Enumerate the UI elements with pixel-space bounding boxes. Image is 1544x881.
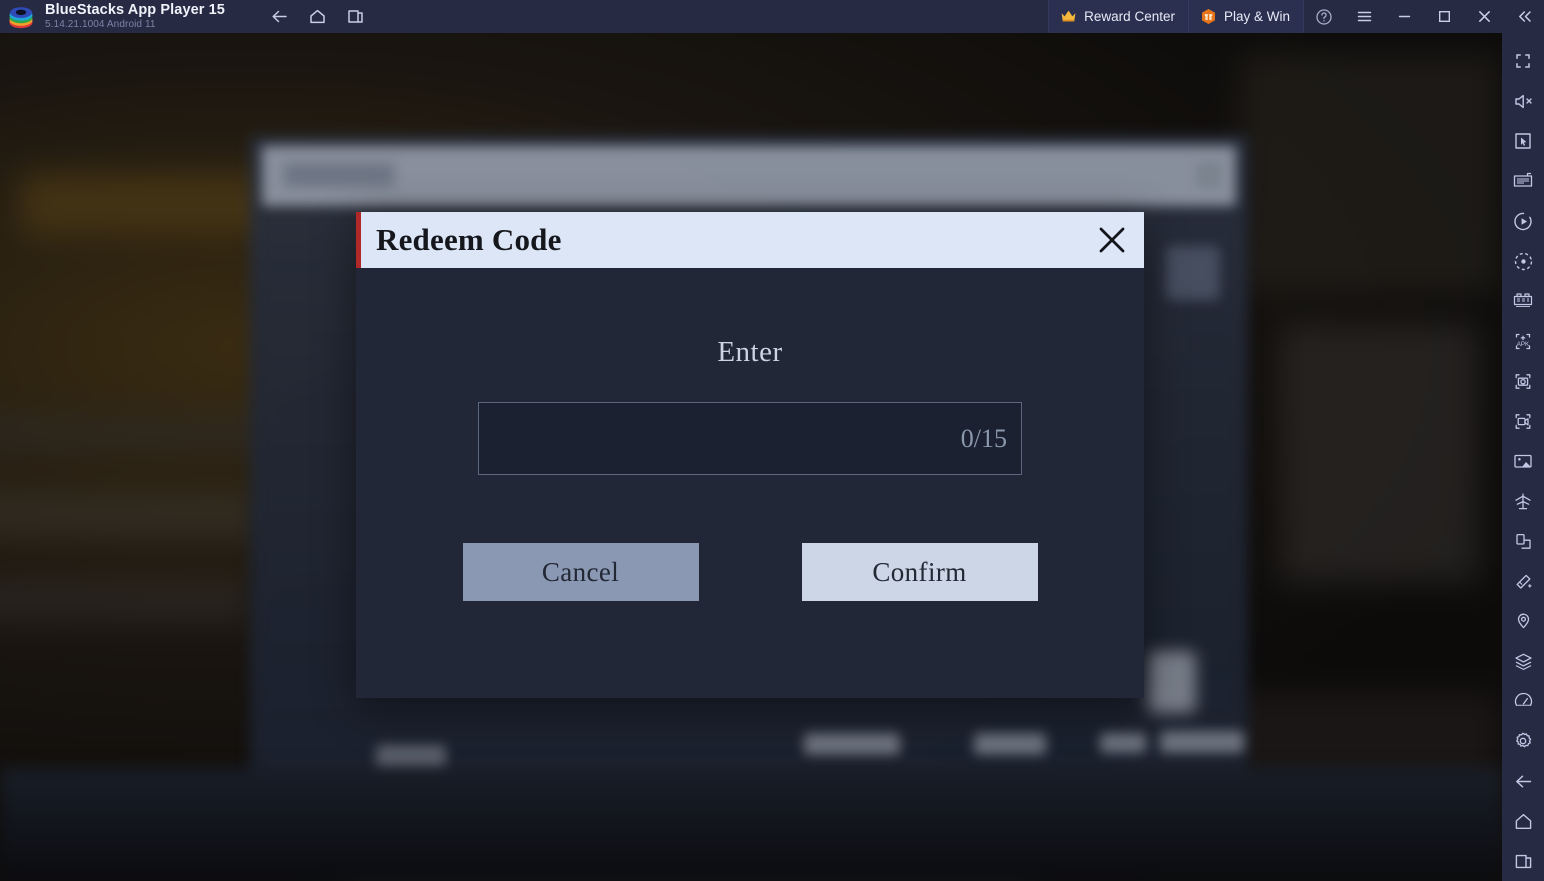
keyboard-macro-icon[interactable] [1502,161,1544,201]
help-icon[interactable] [1304,0,1344,33]
dialog-title: Redeem Code [376,222,562,257]
blurred-avatar [1148,651,1196,713]
tilt-icon[interactable] [1502,561,1544,601]
recent-apps-icon[interactable] [1502,841,1544,881]
fullscreen-icon[interactable] [1502,41,1544,81]
layers-icon[interactable] [1502,641,1544,681]
blurred-chip [804,733,900,755]
reward-center-label: Reward Center [1084,9,1175,24]
blurred-search-icon [1196,162,1222,188]
redeem-code-field[interactable] [478,402,1022,475]
blurred-panel-button [1166,246,1220,300]
dialog-body: Enter Cancel Confirm [356,268,1144,698]
performance-gauge-icon[interactable] [1502,681,1544,721]
hexagon-gift-icon [1201,9,1215,24]
window-titlebar: BlueStacks App Player 15 5.14.21.1004 An… [0,0,1544,33]
blurred-chip [974,733,1046,755]
maximize-icon[interactable] [1424,0,1464,33]
cancel-button[interactable]: Cancel [462,543,699,601]
play-and-win-label: Play & Win [1223,9,1290,24]
confirm-button[interactable]: Confirm [801,543,1038,601]
rotate-screen-icon[interactable] [1502,521,1544,561]
dialog-button-row: Cancel Confirm [356,543,1144,601]
svg-text:APK: APK [1517,341,1530,348]
app-title: BlueStacks App Player 15 [45,1,225,18]
dialog-header: Redeem Code [356,212,1144,268]
apk-install-icon[interactable]: APK [1502,321,1544,361]
location-pin-icon[interactable] [1502,601,1544,641]
recent-apps-icon[interactable] [337,0,375,33]
play-script-icon[interactable] [1502,201,1544,241]
screenshot-camera-icon[interactable] [1502,361,1544,401]
redeem-code-input[interactable] [479,403,1021,474]
collapse-chevrons-icon[interactable] [1504,0,1544,33]
close-icon[interactable] [1464,0,1504,33]
gear-settings-icon[interactable] [1502,721,1544,761]
back-arrow-icon[interactable] [261,0,299,33]
dialog-accent-stripe [356,212,361,268]
enter-prompt-label: Enter [717,336,783,368]
titlebar-text-group: BlueStacks App Player 15 5.14.21.1004 An… [45,3,225,31]
close-x-icon[interactable] [1084,212,1140,268]
blurred-search-label [284,163,394,187]
play-and-win-button[interactable]: Play & Win [1187,0,1304,33]
bluestacks-logo-icon [9,6,33,28]
bluestacks-sidebar: APK [1502,33,1544,881]
home-icon[interactable] [299,0,337,33]
minimize-icon[interactable] [1384,0,1424,33]
mute-icon[interactable] [1502,81,1544,121]
blurred-chip [1100,733,1146,753]
app-window: BlueStacks App Player 15 5.14.21.1004 An… [0,0,1544,881]
media-manager-icon[interactable] [1502,441,1544,481]
cursor-pointer-icon[interactable] [1502,121,1544,161]
reward-center-button[interactable]: Reward Center [1048,0,1188,33]
eco-mode-icon[interactable] [1502,241,1544,281]
crown-icon [1061,10,1076,22]
multi-instance-icon[interactable] [1502,281,1544,321]
titlebar-nav-group [261,0,375,33]
blurred-search-bar [262,146,1236,206]
home-icon[interactable] [1502,801,1544,841]
screen-record-icon[interactable] [1502,401,1544,441]
back-arrow-icon[interactable] [1502,761,1544,801]
hamburger-menu-icon[interactable] [1344,0,1384,33]
app-version-label: 5.14.21.1004 Android 11 [45,19,156,31]
blurred-chip [1160,731,1244,753]
shake-icon[interactable] [1502,481,1544,521]
blurred-bottom-band [0,768,1502,881]
redeem-code-dialog: Redeem Code Enter Cancel Confirm [356,212,1144,698]
